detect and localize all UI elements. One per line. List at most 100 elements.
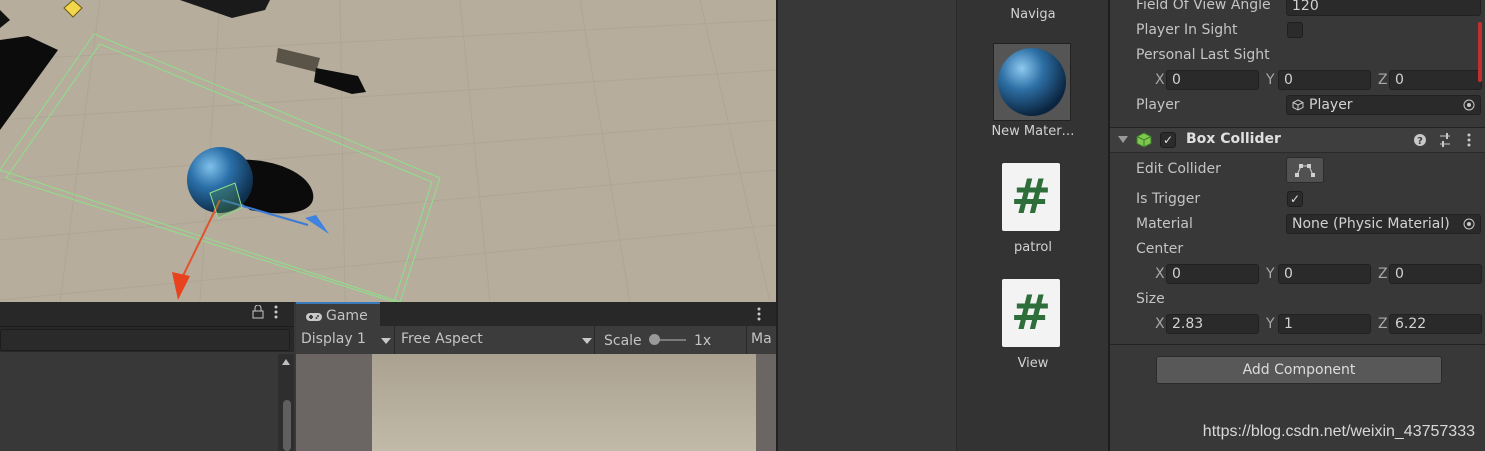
prop-dark <box>314 68 366 94</box>
center-x-field[interactable]: 0 <box>1166 264 1259 284</box>
edit-collider-icon <box>1295 164 1315 177</box>
gamepad-icon <box>306 313 322 321</box>
material-value: None (Physic Material) <box>1292 216 1450 232</box>
game-render <box>372 354 756 451</box>
component-menu-icon[interactable] <box>1466 132 1472 148</box>
light-gizmo-icon[interactable] <box>63 0 83 18</box>
personal-last-sight-label: Personal Last Sight <box>1136 47 1270 63</box>
chevron-down-icon <box>381 338 391 344</box>
size-z-field[interactable]: 6.22 <box>1389 314 1482 334</box>
size-label: Size <box>1136 291 1165 307</box>
aspect-dropdown-value: Free Aspect <box>401 331 483 347</box>
preset-sliders-icon[interactable] <box>1438 133 1452 147</box>
console-list <box>0 352 294 451</box>
material-field[interactable]: None (Physic Material) <box>1286 214 1481 234</box>
asset-label-naviga[interactable]: Naviga <box>957 7 1109 22</box>
z-axis-cone-icon[interactable] <box>305 215 329 234</box>
script-asset-view[interactable]: # <box>1002 279 1060 347</box>
inspector-scrollbar-thumb[interactable] <box>1478 22 1482 82</box>
player-in-sight-checkbox[interactable] <box>1287 22 1303 38</box>
scale-slider-thumb[interactable] <box>649 334 660 345</box>
gameobject-cube-icon <box>1292 99 1304 111</box>
is-trigger-checkbox[interactable]: ✓ <box>1287 191 1303 207</box>
player-label: Player <box>1136 97 1180 113</box>
center-y-field[interactable]: 0 <box>1278 264 1371 284</box>
center-y-label: Y <box>1266 266 1275 282</box>
game-toolbar: Display 1 Free Aspect Scale 1x Ma <box>296 326 776 355</box>
display-dropdown[interactable]: Display 1 <box>296 326 395 354</box>
inspector-panel: Field Of View Angle 120 Player In Sight … <box>1108 0 1485 451</box>
pls-y-label: Y <box>1266 72 1275 88</box>
prop-shadow <box>276 48 320 72</box>
asset-label-view[interactable]: View <box>957 356 1109 371</box>
project-asset-grid: Naviga New Mater… # patrol # View <box>956 0 1109 451</box>
center-z-field[interactable]: 0 <box>1389 264 1482 284</box>
csharp-script-icon: # <box>1010 169 1052 225</box>
scale-value: 1x <box>694 333 712 349</box>
scroll-up-icon[interactable] <box>278 356 294 368</box>
fov-label: Field Of View Angle <box>1136 0 1271 13</box>
player-object-field[interactable]: Player <box>1286 95 1481 115</box>
game-kebab-menu-icon[interactable] <box>756 306 762 326</box>
kebab-menu-icon[interactable] <box>273 304 279 324</box>
is-trigger-label: Is Trigger <box>1136 191 1201 207</box>
watermark-text: https://blog.csdn.net/weixin_43757333 <box>1202 423 1475 440</box>
wall-top <box>180 0 270 18</box>
pls-y-field[interactable]: 0 <box>1278 70 1371 90</box>
box-collider-icon <box>1136 132 1152 148</box>
game-panel: Game Display 1 Free Aspect Scale 1x Ma <box>296 302 776 451</box>
divider <box>1110 344 1485 345</box>
scene-grid <box>0 0 776 302</box>
edit-collider-button[interactable] <box>1286 157 1324 183</box>
lock-icon[interactable] <box>252 304 264 323</box>
size-z-label: Z <box>1378 316 1388 332</box>
size-x-label: X <box>1155 316 1165 332</box>
chevron-down-icon <box>582 338 592 344</box>
object-picker-icon[interactable] <box>1463 218 1475 230</box>
center-x-label: X <box>1155 266 1165 282</box>
size-x-field[interactable]: 2.83 <box>1166 314 1259 334</box>
console-tabbar <box>0 302 294 327</box>
script-asset-patrol[interactable]: # <box>1002 163 1060 231</box>
svg-text:?: ? <box>1417 136 1423 146</box>
object-picker-icon[interactable] <box>1463 99 1475 111</box>
center-z-label: Z <box>1378 266 1388 282</box>
project-folder-pane <box>776 0 958 451</box>
help-icon[interactable]: ? <box>1414 134 1426 146</box>
edit-collider-label: Edit Collider <box>1136 161 1221 177</box>
player-object-value: Player <box>1309 97 1353 113</box>
x-axis-cone-icon[interactable] <box>172 272 190 300</box>
asset-material-thumb[interactable] <box>993 43 1071 121</box>
component-enabled-checkbox[interactable]: ✓ <box>1160 132 1176 148</box>
add-component-button[interactable]: Add Component <box>1156 356 1442 384</box>
aspect-dropdown[interactable]: Free Aspect <box>396 326 595 354</box>
box-collider-header[interactable]: ✓ Box Collider ? <box>1110 127 1485 153</box>
csharp-script-icon: # <box>1010 285 1052 341</box>
asset-label-patrol[interactable]: patrol <box>957 240 1109 255</box>
wall-corner <box>0 10 10 28</box>
scene-canvas[interactable] <box>0 0 776 302</box>
display-dropdown-value: Display 1 <box>301 331 366 347</box>
scale-label: Scale <box>604 333 642 349</box>
player-in-sight-label: Player In Sight <box>1136 22 1238 38</box>
maximize-on-play-button[interactable]: Ma <box>746 326 777 354</box>
size-y-field[interactable]: 1 <box>1278 314 1371 334</box>
game-tab-label: Game <box>326 308 368 324</box>
game-viewport[interactable] <box>296 354 776 451</box>
foldout-arrow-icon[interactable] <box>1118 136 1128 144</box>
scene-view[interactable] <box>0 0 776 302</box>
console-panel <box>0 302 294 451</box>
material-label: Material <box>1136 216 1193 232</box>
pls-x-label: X <box>1155 72 1165 88</box>
component-title: Box Collider <box>1186 131 1281 147</box>
fov-field[interactable]: 120 <box>1286 0 1481 16</box>
sphere-material-icon <box>998 48 1066 116</box>
console-scroll-thumb[interactable] <box>283 400 291 451</box>
tab-game[interactable]: Game <box>296 302 380 328</box>
asset-label-material[interactable]: New Mater… <box>957 124 1109 139</box>
pls-z-field[interactable]: 0 <box>1389 70 1482 90</box>
center-label: Center <box>1136 241 1184 257</box>
maximize-label: Ma <box>751 331 772 347</box>
console-search-input[interactable] <box>0 329 290 351</box>
pls-x-field[interactable]: 0 <box>1166 70 1259 90</box>
